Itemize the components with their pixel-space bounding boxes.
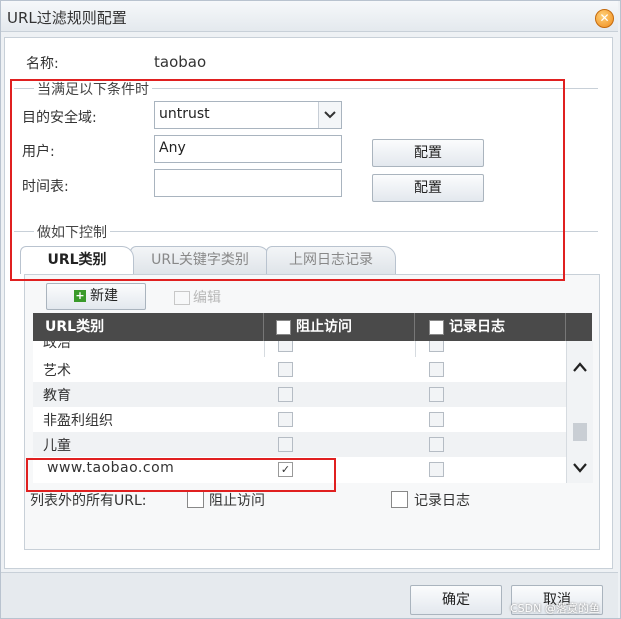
- table-row[interactable]: 艺术: [33, 357, 566, 382]
- row-block-checkbox[interactable]: [278, 362, 293, 377]
- table-row[interactable]: 教育: [33, 382, 566, 407]
- row-block-checkbox[interactable]: [278, 387, 293, 402]
- name-label: 名称:: [26, 56, 59, 72]
- row-log-checkbox[interactable]: [429, 387, 444, 402]
- edit-icon: [174, 291, 190, 305]
- header-block-checkbox[interactable]: [276, 320, 291, 335]
- default-block-label: 阻止访问: [209, 493, 265, 509]
- default-log-checkbox[interactable]: [391, 491, 408, 508]
- dialog-title: URL过滤规则配置: [7, 9, 127, 27]
- new-button[interactable]: + 新建: [46, 283, 146, 310]
- name-value: taobao: [154, 53, 207, 71]
- header-log-checkbox[interactable]: [429, 320, 444, 335]
- row-block-checkbox[interactable]: [278, 341, 293, 352]
- table-header: URL类别 阻止访问 记录日志: [33, 313, 592, 341]
- row-log-checkbox[interactable]: [429, 362, 444, 377]
- row-category: 非盈利组织: [43, 413, 113, 429]
- default-log-label: 记录日志: [414, 493, 470, 509]
- ok-button[interactable]: 确定: [410, 585, 502, 615]
- row-category: 艺术: [43, 363, 71, 379]
- row-category: 政治: [43, 341, 71, 351]
- table-row[interactable]: 政治: [33, 341, 566, 355]
- row-block-checkbox[interactable]: [278, 412, 293, 427]
- row-category: 教育: [43, 388, 71, 404]
- table-scrollbar[interactable]: [566, 341, 593, 483]
- row-category: 儿童: [43, 438, 71, 454]
- row-log-checkbox[interactable]: [429, 341, 444, 352]
- tab-url-category[interactable]: URL类别: [20, 246, 134, 274]
- row-log-checkbox[interactable]: [429, 462, 444, 477]
- close-icon[interactable]: ✕: [595, 9, 614, 28]
- chevron-down-icon[interactable]: [572, 461, 588, 473]
- highlight-box-taobao-row: [26, 458, 336, 492]
- add-icon: +: [74, 289, 86, 302]
- header-block[interactable]: 阻止访问: [264, 313, 415, 341]
- edit-button-label: 编辑: [193, 290, 221, 306]
- table-row[interactable]: 非盈利组织: [33, 407, 566, 432]
- table-row[interactable]: 儿童: [33, 432, 566, 457]
- watermark-text: CSDN @落寞的鱼: [510, 602, 600, 615]
- chevron-up-icon[interactable]: [572, 361, 588, 373]
- edit-button[interactable]: 编辑: [174, 287, 221, 307]
- default-row-label: 列表外的所有URL:: [30, 493, 147, 509]
- row-log-checkbox[interactable]: [429, 412, 444, 427]
- default-block-checkbox[interactable]: [187, 491, 204, 508]
- new-button-label: 新建: [90, 288, 118, 304]
- title-bar[interactable]: URL过滤规则配置 ✕: [1, 1, 618, 32]
- row-log-checkbox[interactable]: [429, 437, 444, 452]
- header-url-category: URL类别: [33, 313, 264, 341]
- row-block-checkbox[interactable]: [278, 437, 293, 452]
- header-log[interactable]: 记录日志: [415, 313, 566, 341]
- scrollbar-thumb[interactable]: [573, 423, 587, 441]
